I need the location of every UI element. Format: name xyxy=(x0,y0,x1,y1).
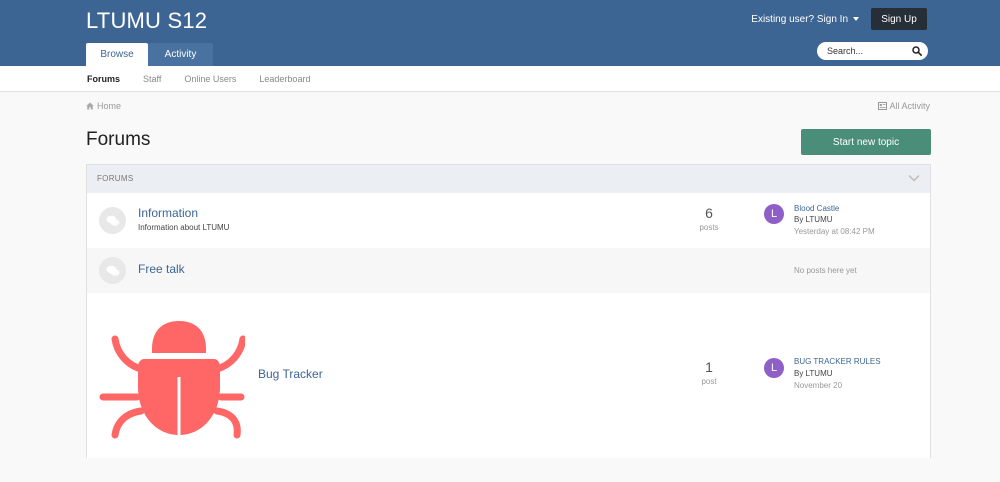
avatar[interactable]: L xyxy=(764,358,784,378)
no-posts-text: No posts here yet xyxy=(794,266,857,275)
activity-feed-icon xyxy=(878,102,888,110)
sub-navigation: Forums Staff Online Users Leaderboard xyxy=(0,66,1000,92)
page-title: Forums xyxy=(86,129,151,150)
forum-category-title[interactable]: FORUMS xyxy=(97,174,133,183)
chat-bubbles-icon xyxy=(106,265,119,276)
main-nav-tabs: Browse Activity xyxy=(86,43,213,66)
tab-activity[interactable]: Activity xyxy=(148,43,213,66)
all-activity-label: All Activity xyxy=(889,101,930,111)
caret-down-icon xyxy=(853,17,859,21)
post-count: 6 xyxy=(705,205,713,221)
avatar[interactable]: L xyxy=(764,204,784,224)
subnav-item-online-users[interactable]: Online Users xyxy=(184,74,236,84)
site-title[interactable]: LTUMU S12 xyxy=(86,8,207,34)
subnav-item-staff[interactable]: Staff xyxy=(143,74,161,84)
forum-description: Information about LTUMU xyxy=(138,223,230,232)
forum-title-free-talk[interactable]: Free talk xyxy=(138,262,185,276)
all-activity-link[interactable]: All Activity xyxy=(878,101,930,111)
sign-up-button[interactable]: Sign Up xyxy=(871,8,927,30)
post-count-label: posts xyxy=(699,223,719,232)
forum-read-icon xyxy=(99,207,126,234)
last-post-title[interactable]: BUG TRACKER RULES xyxy=(794,357,881,366)
forum-title-information[interactable]: Information xyxy=(138,206,198,220)
subnav-item-forums[interactable]: Forums xyxy=(87,74,120,84)
forum-row-bug-tracker: Bug Tracker 1 post L BUG TRACKER RULES B… xyxy=(87,293,930,458)
search-box[interactable] xyxy=(817,42,928,60)
forum-title-bug-tracker[interactable]: Bug Tracker xyxy=(258,367,323,381)
post-count-label: post xyxy=(701,377,717,386)
forum-post-stat: 6 posts xyxy=(681,205,737,232)
forum-row-free-talk: Free talk No posts here yet xyxy=(87,248,930,293)
site-header: LTUMU S12 Existing user? Sign In Sign Up… xyxy=(0,0,1000,66)
forum-post-stat: 1 post xyxy=(681,359,737,386)
user-links: Existing user? Sign In Sign Up xyxy=(751,8,927,30)
last-post-author[interactable]: By LTUMU xyxy=(794,215,833,224)
start-new-topic-button[interactable]: Start new topic xyxy=(801,129,931,155)
forum-category-box: FORUMS Information Information about LTU… xyxy=(86,164,931,458)
tab-browse[interactable]: Browse xyxy=(86,43,148,66)
sign-in-link[interactable]: Existing user? Sign In xyxy=(751,14,859,25)
forum-row-information: Information Information about LTUMU 6 po… xyxy=(87,193,930,248)
chat-bubbles-icon xyxy=(106,215,119,226)
chevron-down-icon[interactable] xyxy=(908,174,920,182)
forum-category-header: FORUMS xyxy=(87,165,930,193)
last-post-title[interactable]: Blood Castle xyxy=(794,204,839,213)
bug-icon xyxy=(99,321,245,439)
home-icon xyxy=(86,102,94,110)
subnav-item-leaderboard[interactable]: Leaderboard xyxy=(259,74,310,84)
last-post-author[interactable]: By LTUMU xyxy=(794,369,833,378)
last-post-time: Yesterday at 08:42 PM xyxy=(794,227,875,236)
post-count: 1 xyxy=(705,359,713,375)
breadcrumb: Home xyxy=(86,101,121,111)
forum-read-icon xyxy=(99,257,126,284)
search-icon[interactable] xyxy=(912,46,922,56)
search-input[interactable] xyxy=(827,46,907,56)
sign-in-label: Existing user? Sign In xyxy=(751,13,848,25)
breadcrumb-home[interactable]: Home xyxy=(97,101,121,111)
last-post-time: November 20 xyxy=(794,381,843,390)
